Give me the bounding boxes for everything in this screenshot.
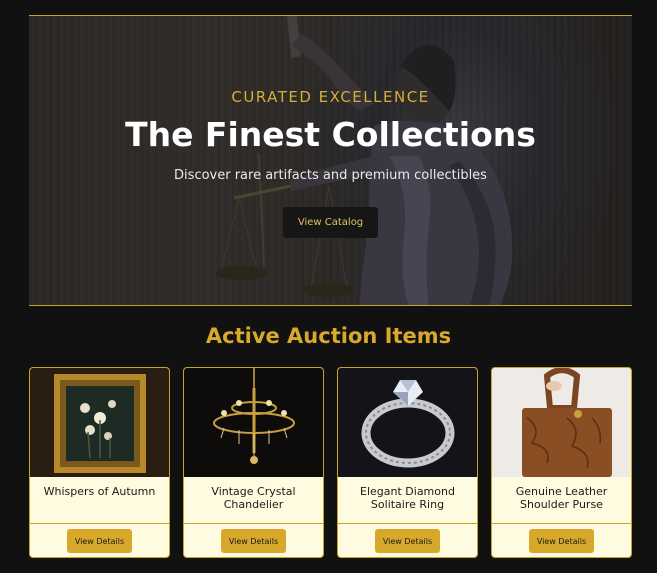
- hero-subtitle: Discover rare artifacts and premium coll…: [174, 168, 487, 183]
- view-details-button[interactable]: View Details: [529, 529, 594, 553]
- view-details-button[interactable]: View Details: [67, 529, 132, 553]
- hero-banner: CURATED EXCELLENCE The Finest Collection…: [29, 15, 632, 306]
- auction-card: Genuine Leather Shoulder Purse View Deta…: [491, 367, 632, 558]
- item-name: Whispers of Autumn: [43, 485, 156, 498]
- auction-card: Elegant Diamond Solitaire Ring View Deta…: [337, 367, 478, 558]
- leather-purse-image: [492, 368, 631, 477]
- auction-card: Vintage Crystal Chandelier View Details: [183, 367, 324, 558]
- view-details-button[interactable]: View Details: [375, 529, 440, 553]
- view-details-button[interactable]: View Details: [221, 529, 286, 553]
- item-name: Vintage Crystal Chandelier: [211, 485, 296, 511]
- item-name: Elegant Diamond Solitaire Ring: [360, 485, 455, 511]
- hero-eyebrow: CURATED EXCELLENCE: [231, 88, 430, 106]
- active-auction-title: Active Auction Items: [205, 324, 452, 348]
- view-catalog-button[interactable]: View Catalog: [283, 207, 378, 238]
- item-name: Genuine Leather Shoulder Purse: [515, 485, 608, 511]
- auction-card: Whispers of Autumn View Details: [29, 367, 170, 558]
- diamond-ring-image: [338, 368, 477, 477]
- framed-flower-painting-image: [30, 368, 169, 477]
- card-divider: [492, 523, 631, 524]
- hero-overlay: [29, 16, 632, 305]
- crystal-chandelier-image: [184, 368, 323, 477]
- hero-title: The Finest Collections: [125, 115, 536, 154]
- card-divider: [184, 523, 323, 524]
- card-divider: [30, 523, 169, 524]
- card-divider: [338, 523, 477, 524]
